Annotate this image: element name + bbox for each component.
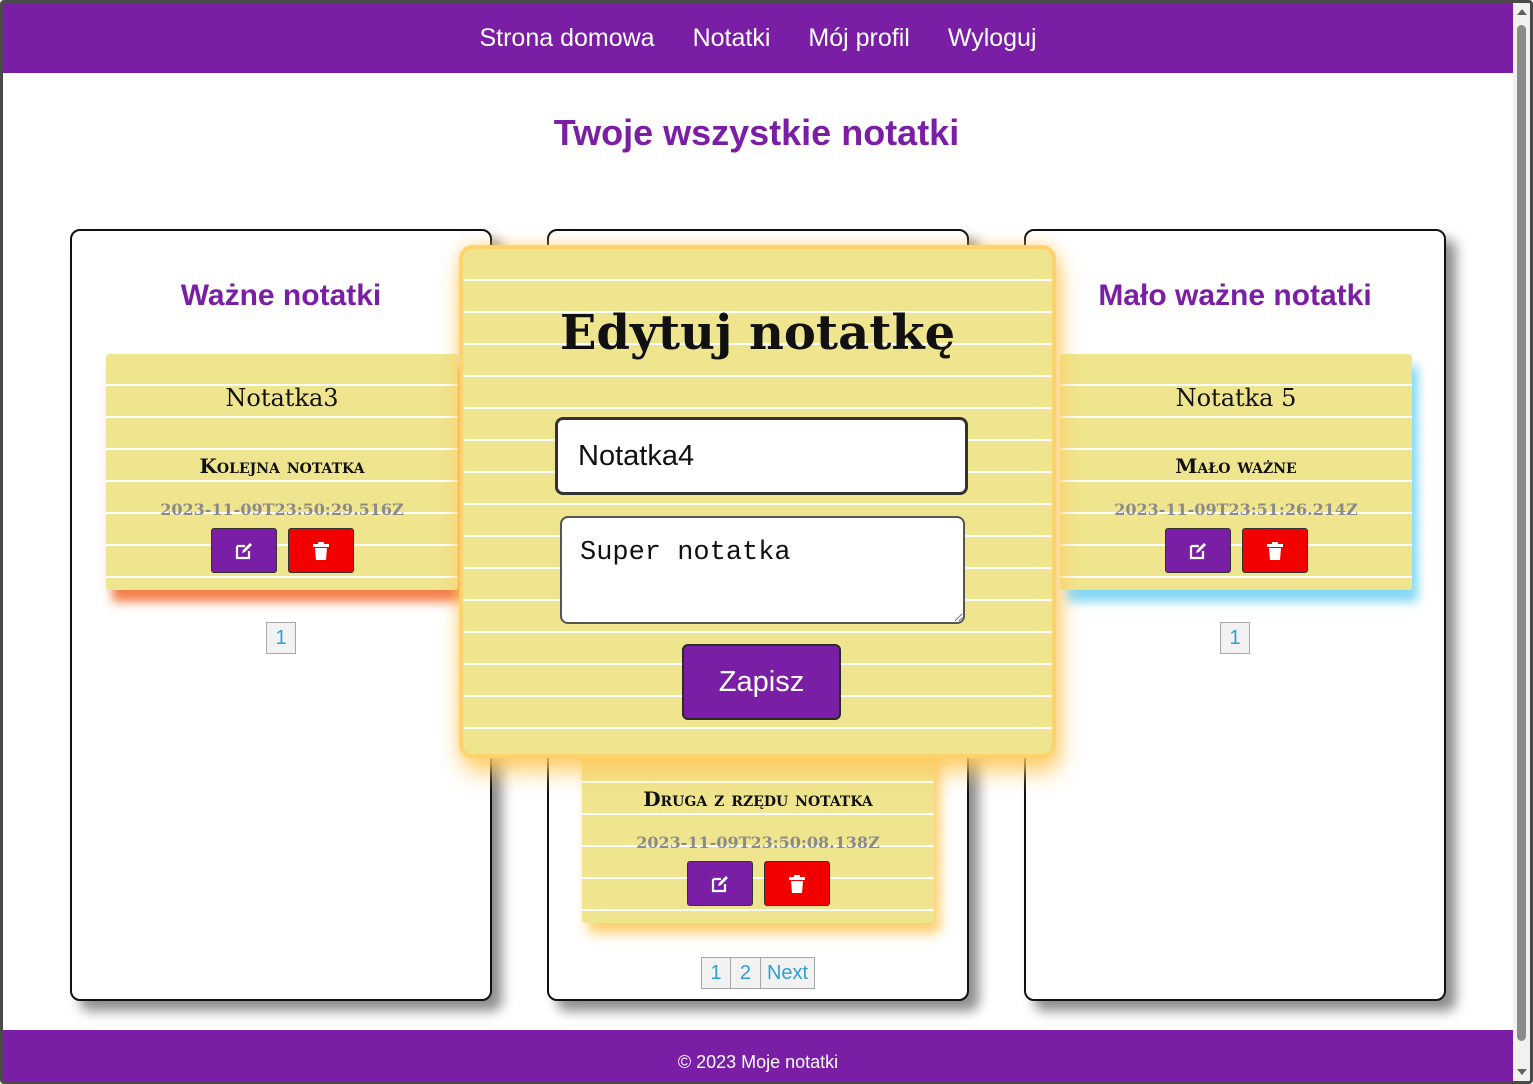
page-title: Twoje wszystkie notatki <box>553 112 960 153</box>
note-actions <box>1060 528 1412 573</box>
note-title-input[interactable] <box>555 417 968 495</box>
delete-note-button[interactable] <box>287 528 354 573</box>
delete-note-button[interactable] <box>763 861 830 906</box>
note-date: 2023-11-09T23:50:29.516Z <box>160 500 404 519</box>
nav-notes-link[interactable]: Notatki <box>693 24 771 53</box>
column-title: Mało ważne notatki <box>1098 279 1372 312</box>
save-button[interactable]: Zapisz <box>682 644 841 720</box>
note-actions <box>582 861 934 906</box>
note-date: 2023-11-09T23:50:08.138Z <box>636 833 880 852</box>
pagination: 1 <box>1026 622 1444 654</box>
scroll-down-arrow-icon[interactable] <box>1517 1069 1527 1075</box>
navbar: Strona domowa Notatki Mój profil Wyloguj <box>3 3 1513 73</box>
edit-icon <box>711 875 728 892</box>
pagination: 1 <box>72 622 490 654</box>
note-card: Notatka 5 Mało ważne 2023-11-09T23:51:26… <box>1060 354 1412 590</box>
column-less-important: Mało ważne notatki Notatka 5 Mało ważne … <box>1024 229 1446 1001</box>
page-button-1[interactable]: 1 <box>700 957 731 989</box>
nav-logout-link[interactable]: Wyloguj <box>948 24 1037 53</box>
trash-icon <box>312 541 329 560</box>
note-title: Notatka 5 <box>1175 384 1297 412</box>
trash-icon <box>788 874 805 893</box>
vertical-scrollbar[interactable] <box>1513 3 1530 1081</box>
modal-title: Edytuj notatkę <box>559 305 956 361</box>
page-button-1[interactable]: 1 <box>266 622 296 654</box>
delete-note-button[interactable] <box>1241 528 1308 573</box>
edit-note-button[interactable] <box>686 861 753 906</box>
scroll-up-arrow-icon[interactable] <box>1517 9 1527 15</box>
trash-icon <box>1266 541 1283 560</box>
edit-note-modal: Edytuj notatkę Super notatka Zapisz <box>459 245 1056 758</box>
column-important: Ważne notatki Notatka3 Kolejna notatka 2… <box>70 229 492 1001</box>
pagination: 1 2 Next <box>549 957 967 989</box>
note-actions <box>106 528 458 573</box>
scrollbar-thumb[interactable] <box>1517 25 1526 1041</box>
edit-note-button[interactable] <box>1164 528 1231 573</box>
note-date: 2023-11-09T23:51:26.214Z <box>1114 500 1358 519</box>
note-body: Druga z rzędu notatka <box>643 787 873 811</box>
footer-copyright: © 2023 Moje notatki <box>677 1052 839 1072</box>
edit-note-button[interactable] <box>210 528 277 573</box>
edit-icon <box>235 542 252 559</box>
edit-icon <box>1189 542 1206 559</box>
note-card: Notatka3 Kolejna notatka 2023-11-09T23:5… <box>106 354 458 590</box>
page-next-button[interactable]: Next <box>760 957 816 989</box>
note-content-textarea[interactable]: Super notatka <box>560 516 965 624</box>
note-body: Mało ważne <box>1175 454 1297 478</box>
nav-profile-link[interactable]: Mój profil <box>808 24 909 53</box>
nav-home-link[interactable]: Strona domowa <box>479 24 654 53</box>
footer: © 2023 Moje notatki <box>3 1030 1513 1081</box>
page-button-2[interactable]: 2 <box>730 957 761 989</box>
page-button-1[interactable]: 1 <box>1220 622 1250 654</box>
note-body: Kolejna notatka <box>199 454 365 478</box>
note-title: Notatka3 <box>225 384 339 412</box>
column-title: Ważne notatki <box>180 279 382 312</box>
